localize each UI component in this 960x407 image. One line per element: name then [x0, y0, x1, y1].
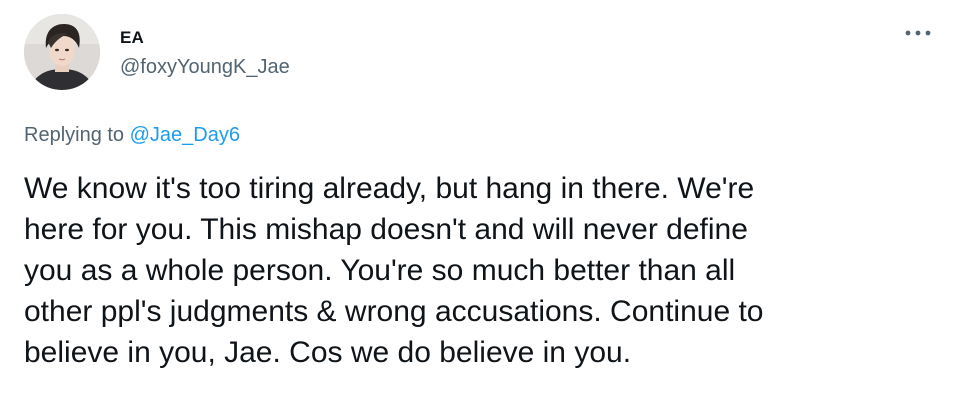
replying-to-label: Replying to: [24, 124, 125, 146]
more-horizontal-icon: [905, 30, 931, 36]
tweet-card: EA @foxyYoungK_Jae Replying to @Jae_Day6…: [0, 0, 960, 407]
tweet-text: We know it's too tiring already, but han…: [24, 168, 944, 373]
tweet-text-line: other ppl's judgments & wrong accusation…: [24, 295, 764, 328]
avatar[interactable]: [24, 14, 100, 90]
tweet-text-line: here for you. This mishap doesn't and wi…: [24, 213, 748, 246]
replying-to: Replying to @Jae_Day6: [24, 124, 240, 147]
user-handle[interactable]: @foxyYoungK_Jae: [120, 56, 290, 79]
avatar-photo-icon: [24, 14, 100, 90]
reply-mention-link[interactable]: @Jae_Day6: [130, 124, 240, 146]
display-name[interactable]: EA: [120, 28, 144, 48]
more-options-button[interactable]: [898, 22, 938, 44]
tweet-text-line: believe in you, Jae. Cos we do believe i…: [24, 336, 632, 369]
tweet-text-line: We know it's too tiring already, but han…: [24, 172, 755, 205]
tweet-text-line: you as a whole person. You're so much be…: [24, 254, 736, 287]
